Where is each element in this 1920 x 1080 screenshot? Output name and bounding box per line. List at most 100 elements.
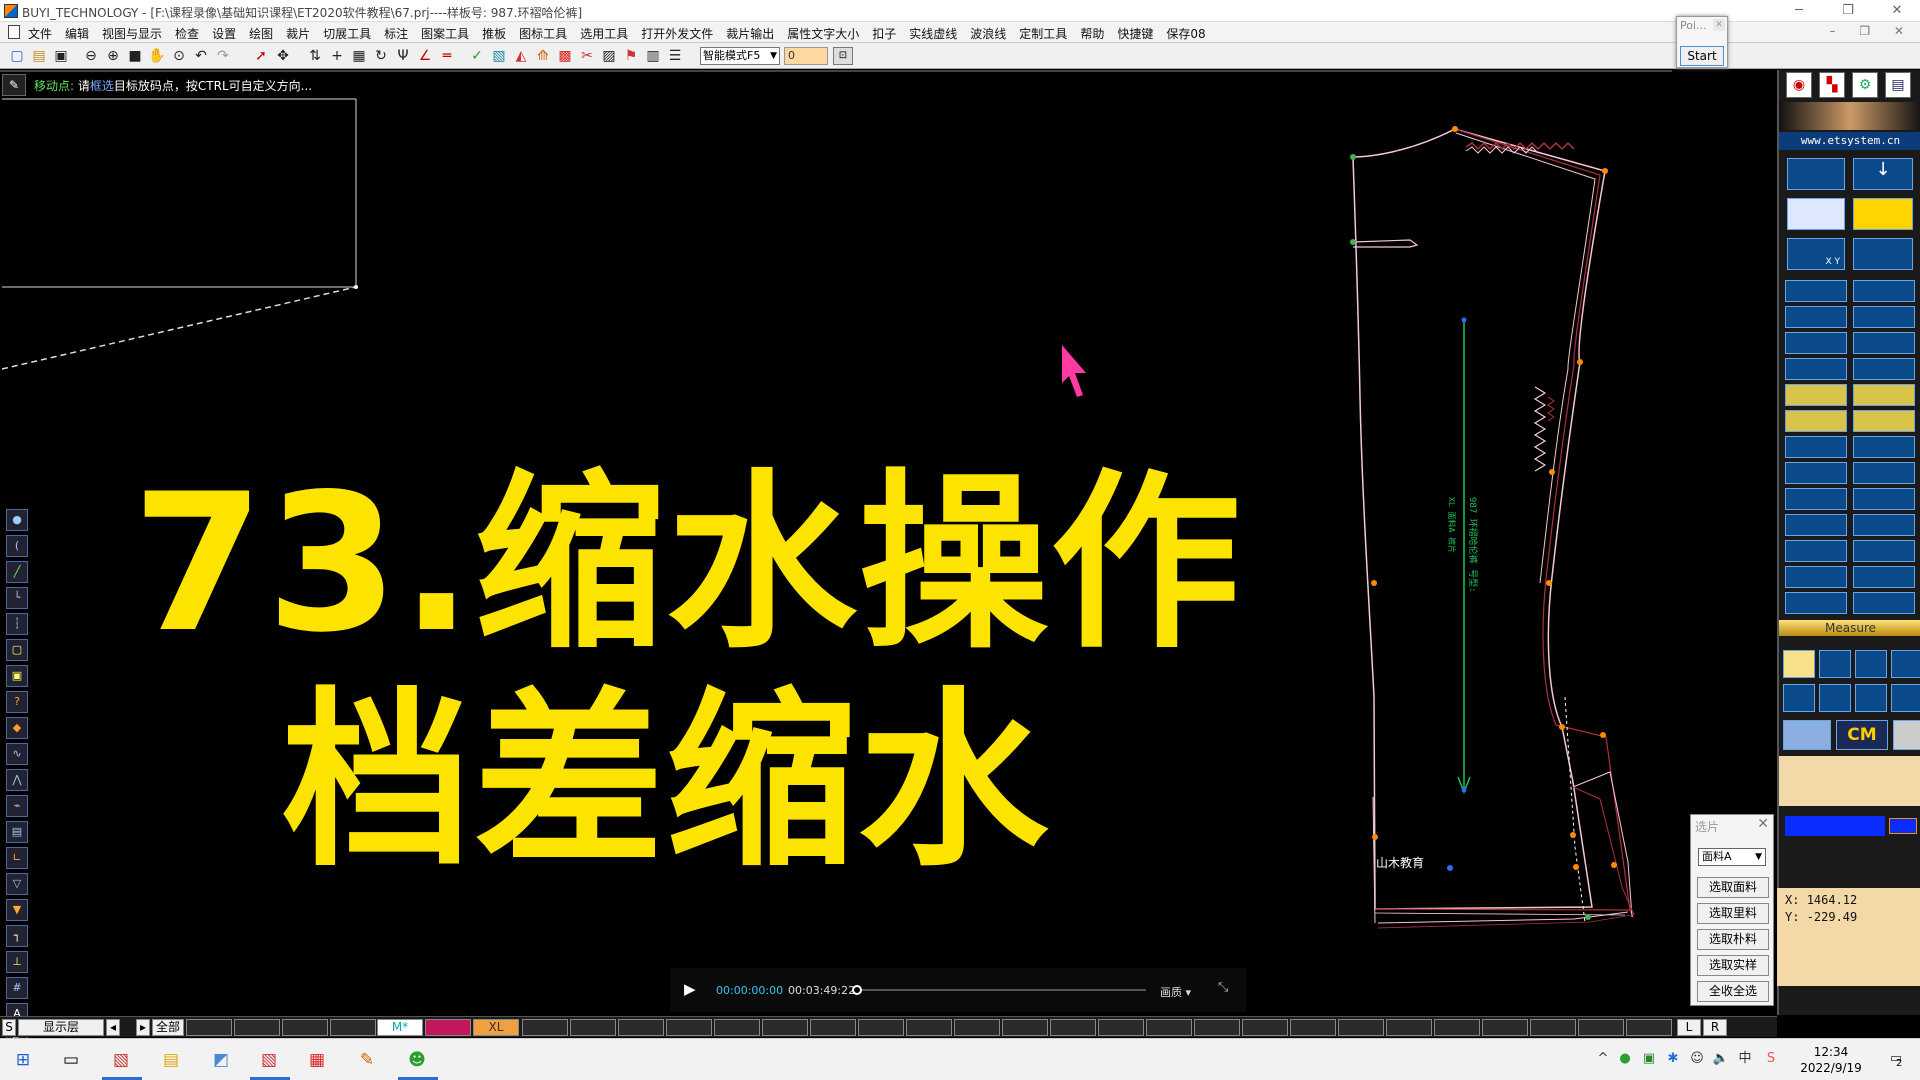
angle-button[interactable] bbox=[1853, 238, 1913, 270]
tool-frame-icon[interactable]: ▣ bbox=[6, 665, 28, 687]
select-panel-close-icon[interactable]: ✕ bbox=[1757, 816, 1769, 832]
download-button[interactable]: ↓ bbox=[1853, 158, 1913, 190]
info-button[interactable] bbox=[1783, 720, 1831, 750]
fit-view-icon[interactable]: ■ bbox=[126, 47, 144, 65]
empty-size-slot[interactable] bbox=[1626, 1019, 1672, 1036]
open-file-icon[interactable]: ▤ bbox=[30, 47, 48, 65]
empty-size-slot[interactable] bbox=[666, 1019, 712, 1036]
zoom-window-icon[interactable]: ⊙ bbox=[170, 47, 188, 65]
number-input[interactable]: 0 bbox=[784, 47, 828, 65]
menu-item[interactable]: 实线虚线 bbox=[909, 25, 957, 42]
grid-icon[interactable]: ▦ bbox=[350, 47, 368, 65]
tray-wechat-icon[interactable]: ● bbox=[1616, 1050, 1634, 1068]
marker-icon[interactable]: ⚑ bbox=[622, 47, 640, 65]
play-icon[interactable]: ▶ bbox=[684, 980, 696, 998]
measure-length-button[interactable] bbox=[1783, 650, 1815, 678]
empty-size-slot[interactable] bbox=[618, 1019, 664, 1036]
key-point[interactable] bbox=[1546, 580, 1552, 586]
tool-help-icon[interactable]: ? bbox=[6, 691, 28, 713]
next-layer-button[interactable]: ▸ bbox=[136, 1019, 150, 1036]
tool-curve-icon[interactable]: ∿ bbox=[6, 743, 28, 765]
menu-item[interactable]: 切展工具 bbox=[323, 25, 371, 42]
empty-size-slot[interactable] bbox=[1338, 1019, 1384, 1036]
s-toggle[interactable]: S bbox=[2, 1019, 16, 1036]
select-interlining-button[interactable]: 选取朴料 bbox=[1697, 929, 1769, 950]
key-point[interactable] bbox=[1602, 168, 1608, 174]
popup-close-icon[interactable]: ✕ bbox=[1713, 19, 1725, 31]
tool-notch-icon[interactable]: ▼ bbox=[6, 899, 28, 921]
tool-arc-icon[interactable]: ( bbox=[6, 535, 28, 557]
pan-hand-icon[interactable]: ✋ bbox=[148, 47, 166, 65]
measure-circle-button[interactable] bbox=[1891, 650, 1920, 678]
minimize-button[interactable]: ─ bbox=[1790, 2, 1808, 20]
view-window-button[interactable] bbox=[1787, 158, 1845, 190]
key-point[interactable] bbox=[1577, 359, 1583, 365]
empty-size-slot[interactable] bbox=[570, 1019, 616, 1036]
panel-tool-button[interactable] bbox=[1785, 410, 1847, 432]
menu-item[interactable]: 裁片 bbox=[286, 25, 310, 42]
table-button[interactable] bbox=[1787, 198, 1845, 230]
panel-tool-button[interactable] bbox=[1785, 306, 1847, 328]
empty-size-slot[interactable] bbox=[906, 1019, 952, 1036]
empty-size-slot[interactable] bbox=[234, 1019, 280, 1036]
panel-tool-button[interactable] bbox=[1853, 462, 1915, 484]
empty-size-slot[interactable] bbox=[1290, 1019, 1336, 1036]
tool-point-icon[interactable]: ● bbox=[6, 509, 28, 531]
left-side-button[interactable]: L bbox=[1677, 1019, 1701, 1036]
empty-size-slot[interactable] bbox=[282, 1019, 328, 1036]
fullscreen-icon[interactable]: ⤡ bbox=[1218, 980, 1228, 995]
split-icon[interactable]: ✂ bbox=[578, 47, 596, 65]
panel-tool-button[interactable] bbox=[1785, 540, 1847, 562]
et-app-2-icon[interactable]: ▧ bbox=[256, 1047, 282, 1073]
tool-rect-icon[interactable]: ▢ bbox=[6, 639, 28, 661]
tool-line-icon[interactable]: ╱ bbox=[6, 561, 28, 583]
move-icon[interactable]: ✥ bbox=[274, 47, 292, 65]
panel-tool-button[interactable] bbox=[1785, 592, 1847, 614]
empty-size-slot[interactable] bbox=[1194, 1019, 1240, 1036]
empty-size-slot[interactable] bbox=[954, 1019, 1000, 1036]
select-sample-button[interactable]: 选取实样 bbox=[1697, 955, 1769, 976]
menu-item[interactable]: 扣子 bbox=[872, 25, 896, 42]
tray-volume-icon[interactable]: 🔈 bbox=[1712, 1050, 1730, 1068]
menu-item[interactable]: 快捷键 bbox=[1117, 25, 1153, 42]
panel-tool-button[interactable] bbox=[1785, 280, 1847, 302]
key-point[interactable] bbox=[1585, 914, 1591, 920]
menu-item[interactable]: 图标工具 bbox=[519, 25, 567, 42]
windows-start-icon[interactable]: ⊞ bbox=[10, 1047, 36, 1073]
measure-angle-button[interactable] bbox=[1855, 684, 1887, 712]
image-icon[interactable]: ▨ bbox=[600, 47, 618, 65]
prev-layer-button[interactable]: ◂ bbox=[106, 1019, 120, 1036]
empty-size-slot[interactable] bbox=[810, 1019, 856, 1036]
panel-tool-button[interactable] bbox=[1785, 462, 1847, 484]
panel-tool-button[interactable] bbox=[1785, 488, 1847, 510]
panel-tool-button[interactable] bbox=[1853, 514, 1915, 536]
select-all-button[interactable]: 全收全选 bbox=[1697, 981, 1769, 1002]
fabric-dropdown[interactable]: 面料A ▼ bbox=[1698, 848, 1766, 866]
size-m-button[interactable]: M* bbox=[377, 1019, 423, 1036]
measure-calc-button[interactable] bbox=[1819, 684, 1851, 712]
et-app-icon[interactable]: ▧ bbox=[108, 1047, 134, 1073]
tray-expand-icon[interactable]: ^ bbox=[1594, 1050, 1612, 1068]
panel-tool-button[interactable] bbox=[1853, 358, 1915, 380]
select-lining-button[interactable]: 选取里料 bbox=[1697, 903, 1769, 924]
tool-step-icon[interactable]: ┐ bbox=[6, 925, 28, 947]
panel-tool-button[interactable] bbox=[1853, 592, 1915, 614]
empty-size-slot[interactable] bbox=[714, 1019, 760, 1036]
progress-track[interactable] bbox=[856, 989, 1146, 991]
menu-item[interactable]: 属性文字大小 bbox=[787, 25, 859, 42]
key-point[interactable] bbox=[1372, 834, 1378, 840]
size-xl-button[interactable]: XL bbox=[473, 1019, 519, 1036]
display-layer-button[interactable]: 显示层 bbox=[18, 1019, 104, 1036]
undo-icon[interactable]: ↶ bbox=[192, 47, 210, 65]
empty-size-slot[interactable] bbox=[858, 1019, 904, 1036]
empty-size-slot[interactable] bbox=[1530, 1019, 1576, 1036]
tool-corner-icon[interactable]: └ bbox=[6, 587, 28, 609]
panel-tool-button[interactable] bbox=[1853, 332, 1915, 354]
empty-size-slot[interactable] bbox=[1482, 1019, 1528, 1036]
tray-sogou-icon[interactable]: S bbox=[1762, 1050, 1780, 1068]
panel-tool-button[interactable] bbox=[1853, 566, 1915, 588]
tray-ime-icon[interactable]: 中 bbox=[1736, 1050, 1754, 1068]
measure-triangle-button[interactable] bbox=[1819, 650, 1851, 678]
key-point[interactable] bbox=[1600, 732, 1606, 738]
menu-item[interactable]: 编辑 bbox=[65, 25, 89, 42]
